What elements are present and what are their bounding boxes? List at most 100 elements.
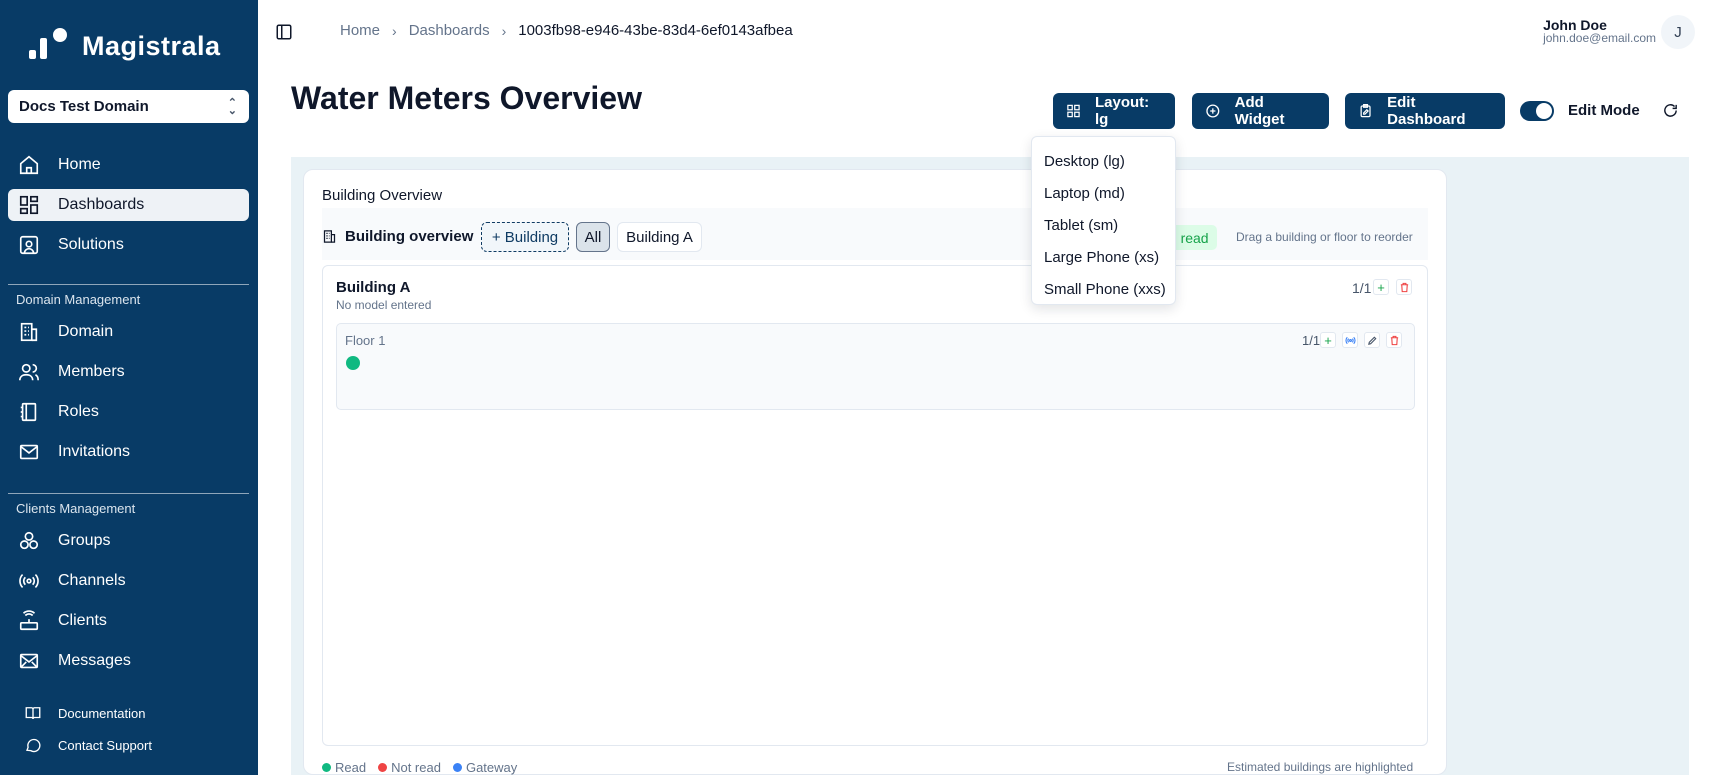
breadcrumb-current: 1003fb98-e946-43be-83d4-6ef0143afbea: [518, 22, 793, 39]
sidebar-item-clients[interactable]: Clients: [8, 605, 249, 637]
sidebar-item-label: Home: [58, 156, 101, 173]
meter-status-dot[interactable]: [346, 356, 360, 370]
breadcrumb: Home › Dashboards › 1003fb98-e946-43be-8…: [340, 22, 793, 39]
sidebar-item-label: Clients: [58, 612, 107, 629]
legend-label: Read: [335, 760, 367, 775]
add-meter-button[interactable]: +: [1320, 332, 1336, 348]
mail-icon: [19, 444, 39, 460]
sidebar-item-roles[interactable]: Roles: [8, 396, 249, 428]
add-floor-button[interactable]: +: [1373, 279, 1389, 295]
sidebar-item-contact-support[interactable]: Contact Support: [8, 729, 249, 761]
layout-grid-icon: [1067, 104, 1080, 118]
channels-icon: [19, 574, 39, 588]
legend-dot: [322, 763, 331, 772]
legend-label: Gateway: [465, 760, 518, 775]
filter-building-a[interactable]: Building A: [617, 222, 702, 252]
pencil-icon: [1367, 336, 1376, 345]
book-icon: [25, 707, 41, 720]
user-email: john.doe@email.com: [1543, 31, 1656, 45]
roles-icon: [20, 402, 37, 422]
sidebar-item-label: Solutions: [58, 236, 124, 253]
legend-label: Not read: [391, 760, 441, 775]
sidebar-item-messages[interactable]: Messages: [8, 645, 249, 677]
sidebar-item-members[interactable]: Members: [8, 356, 249, 388]
solutions-icon: [19, 235, 39, 255]
sidebar-item-domain[interactable]: Domain: [8, 316, 249, 348]
trash-icon: [1390, 335, 1398, 345]
user-info: John Doe john.doe@email.com: [1543, 18, 1656, 45]
user-name: John Doe: [1543, 17, 1607, 33]
legend-dot: [452, 763, 462, 772]
edit-dashboard-button[interactable]: Edit Dashboard: [1345, 93, 1505, 129]
logo-mark-icon: [26, 28, 72, 64]
chevron-right-icon: ›: [501, 22, 507, 39]
dashboards-icon: [19, 195, 39, 215]
legend-gateway: Gateway: [452, 760, 518, 775]
plus-circle-icon: [1206, 104, 1220, 118]
layout-option-desktop[interactable]: Desktop (lg): [1032, 145, 1175, 177]
edit-mode-toggle[interactable]: [1520, 101, 1554, 121]
domain-management-heading: Domain Management: [16, 292, 141, 307]
sidebar-item-label: Contact Support: [58, 737, 152, 753]
page-title: Water Meters Overview: [291, 80, 642, 116]
building-read-count: 1/1: [1352, 280, 1372, 296]
sidebar-item-channels[interactable]: Channels: [8, 565, 249, 597]
delete-floor-button[interactable]: [1386, 332, 1402, 348]
layout-button-label: Layout: lg: [1094, 94, 1150, 128]
sidebar-item-groups[interactable]: Groups: [8, 525, 249, 557]
sidebar-item-documentation[interactable]: Documentation: [8, 697, 249, 729]
sidebar-item-solutions[interactable]: Solutions: [8, 229, 249, 261]
building-model: No model entered: [336, 298, 432, 312]
sidebar-item-label: Messages: [58, 652, 131, 669]
avatar[interactable]: J: [1661, 15, 1695, 49]
add-widget-button[interactable]: Add Widget: [1192, 93, 1329, 129]
domain-select-label: Docs Test Domain: [19, 98, 149, 115]
domain-select[interactable]: Docs Test Domain ⌃ ⌄: [8, 90, 249, 123]
building-name: Building A: [336, 279, 411, 296]
breadcrumb-dashboards[interactable]: Dashboards: [409, 22, 490, 39]
add-gateway-button[interactable]: [1342, 332, 1358, 348]
sidebar-item-label: Domain: [58, 323, 114, 340]
sidebar-item-label: Documentation: [58, 705, 146, 721]
home-icon: [19, 155, 39, 175]
clipboard-edit-icon: [1360, 104, 1371, 118]
edit-floor-button[interactable]: [1364, 332, 1380, 348]
trash-icon: [1400, 282, 1408, 292]
app-logo[interactable]: Magistrala: [26, 28, 221, 64]
sidebar-item-invitations[interactable]: Invitations: [8, 436, 249, 468]
delete-building-button[interactable]: [1396, 279, 1412, 295]
sidebar-item-home[interactable]: Home: [8, 149, 249, 181]
chevron-up-down-icon: ⌃ ⌄: [227, 96, 237, 117]
edit-dashboard-label: Edit Dashboard: [1387, 94, 1466, 128]
layout-option-laptop[interactable]: Laptop (md): [1032, 177, 1175, 209]
sidebar-item-label: Groups: [58, 532, 111, 549]
floor-read-count: 1/1: [1302, 333, 1321, 348]
drag-hint: Drag a building or floor to reorder: [1236, 230, 1413, 244]
estimate-note: Estimated buildings are highlighted: [1227, 760, 1414, 774]
layout-option-large-phone[interactable]: Large Phone (xs): [1032, 241, 1175, 273]
legend-not-read: Not read: [378, 760, 441, 775]
legend-dot: [378, 763, 388, 772]
sidebar-toggle-icon[interactable]: [275, 23, 293, 41]
router-icon: [19, 610, 39, 631]
layout-option-tablet[interactable]: Tablet (sm): [1032, 209, 1175, 241]
layout-option-small-phone[interactable]: Small Phone (xxs): [1032, 273, 1175, 305]
layout-button[interactable]: Layout: lg: [1053, 93, 1175, 129]
domain-icon: [20, 322, 38, 342]
chevron-right-icon: ›: [392, 22, 397, 39]
sidebar-item-label: Members: [58, 363, 125, 380]
edit-mode-label: Edit Mode: [1568, 102, 1640, 119]
members-icon: [19, 363, 39, 381]
sidebar: Magistrala Docs Test Domain ⌃ ⌄ Home Dash…: [0, 0, 258, 775]
app-name: Magistrala: [82, 30, 221, 61]
add-building-button[interactable]: + Building: [481, 222, 569, 252]
filter-all[interactable]: All: [576, 222, 610, 252]
sidebar-item-dashboards[interactable]: Dashboards: [8, 189, 249, 221]
sidebar-item-label: Invitations: [58, 443, 131, 460]
sidebar-item-label: Roles: [58, 403, 99, 420]
messages-icon: [19, 653, 39, 669]
refresh-icon[interactable]: [1662, 102, 1679, 119]
floor-card[interactable]: [336, 323, 1415, 410]
building-overview-label: Building overview: [322, 228, 473, 245]
breadcrumb-home[interactable]: Home: [340, 22, 380, 39]
